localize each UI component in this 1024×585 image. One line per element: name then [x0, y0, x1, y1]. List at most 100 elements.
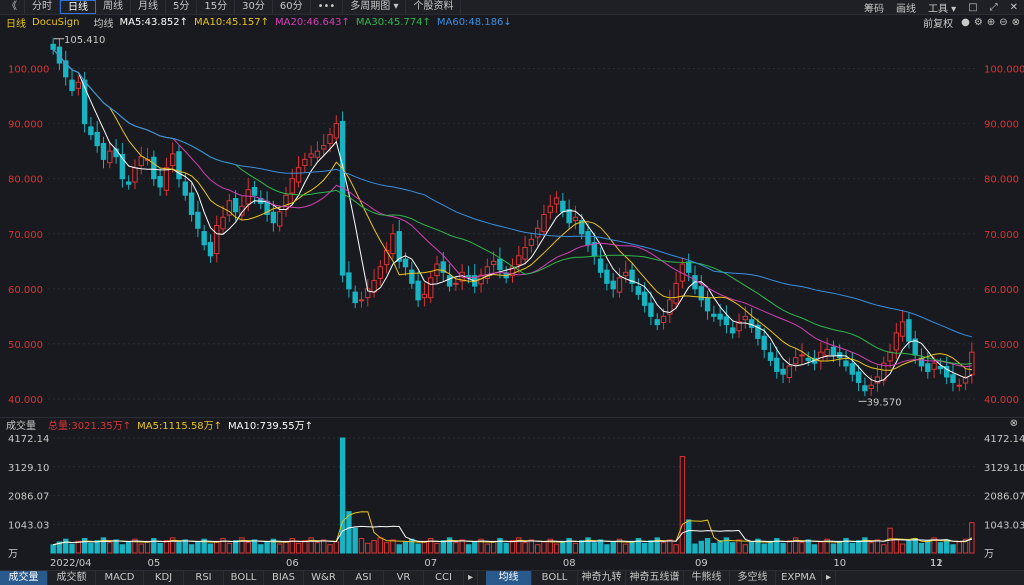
candle-body [283, 194, 289, 211]
overlay-tab-2[interactable]: 神奇九转 [578, 570, 626, 585]
indicator-tab-9[interactable]: VR [384, 570, 424, 585]
candle-body [899, 321, 906, 337]
volume-bar [553, 543, 560, 554]
volume-tick-left: 1043.03 [8, 520, 49, 531]
candle-body [528, 238, 535, 246]
volume-bar [830, 543, 837, 554]
candle-body [100, 142, 107, 160]
indicator-tab-11[interactable]: ▸ [464, 570, 478, 585]
volume-bar [113, 539, 119, 554]
volume-bar [50, 544, 56, 554]
volume-bar [685, 519, 692, 554]
date-label: 07 [424, 558, 437, 569]
high-label: 105.410 [64, 35, 105, 46]
candle-body [931, 362, 937, 370]
candle-body [604, 269, 610, 284]
candle-body [157, 175, 163, 188]
volume-bar [453, 542, 459, 554]
candle-body [327, 134, 333, 144]
volume-bar [371, 540, 377, 554]
volume-bar [761, 543, 767, 554]
volume-bar [811, 544, 818, 554]
volume-bar [534, 544, 541, 554]
price-tick-left: 70.000 [8, 230, 43, 241]
overlay-tab-3[interactable]: 神奇五线谱 [626, 570, 684, 585]
candle-body [786, 365, 793, 379]
volume-bar [711, 542, 717, 554]
candle-body [170, 153, 176, 166]
volume-bar [648, 540, 654, 554]
volume-bar [258, 544, 264, 554]
overlay-tab-7[interactable]: ▸ [822, 570, 836, 585]
candlestick-chart[interactable]: 100.000 100.000 90.000 90.000 80.000 80.000 70… [0, 0, 1024, 585]
candle-body [188, 192, 195, 215]
indicator-tab-7[interactable]: W&R [304, 570, 344, 585]
indicator-tab-1[interactable]: 成交额 [48, 570, 96, 585]
candle-body [547, 205, 553, 213]
volume-bar [421, 540, 428, 554]
overlay-tab-1[interactable]: BOLL [532, 570, 578, 585]
volume-bar [623, 543, 629, 554]
price-tick-right: 60.000 [984, 285, 1019, 296]
volume-bar [579, 540, 585, 554]
indicator-tab-6[interactable]: BIAS [264, 570, 304, 585]
date-label: 12 [930, 558, 943, 569]
indicator-tab-3[interactable]: KDJ [144, 570, 184, 585]
candle-body [704, 297, 711, 312]
indicator-tab-2[interactable]: MACD [96, 570, 144, 585]
candle-body [868, 384, 874, 390]
indicator-tab-0[interactable]: 成交量 [0, 570, 48, 585]
date-label: 2022/04 [50, 558, 92, 569]
overlay-tab-0[interactable]: 均线 [486, 570, 532, 585]
indicator-tab-4[interactable]: RSI [184, 570, 224, 585]
candle-body [761, 335, 767, 350]
candle-body [295, 167, 302, 183]
low-label: 39.570 [867, 397, 902, 408]
volume-bar [63, 538, 69, 554]
candle-body [270, 211, 277, 224]
volume-bar [818, 541, 824, 554]
candle-body [446, 275, 453, 287]
volume-bar [472, 541, 478, 554]
price-tick-left: 60.000 [8, 285, 43, 296]
volume-bar [950, 544, 956, 554]
volume-bar [736, 539, 742, 554]
volume-bar [629, 540, 635, 554]
indicator-tab-5[interactable]: BOLL [224, 570, 264, 585]
candle-body [553, 197, 560, 205]
candle-body [925, 363, 931, 372]
candle-body [333, 123, 340, 139]
volume-bar [673, 544, 679, 554]
volume-tick-right: 1043.03 [984, 520, 1024, 531]
candle-body [201, 231, 207, 246]
volume-bar [383, 542, 390, 554]
volume-bar [69, 543, 75, 554]
candle-body [390, 233, 396, 255]
volume-bar [434, 542, 440, 554]
volume-bar [484, 543, 491, 554]
candle-body [453, 282, 459, 285]
overlay-tab-5[interactable]: 多空线 [730, 570, 776, 585]
volume-bar [321, 539, 327, 554]
overlay-tab-4[interactable]: 牛熊线 [684, 570, 730, 585]
volume-bar [176, 542, 182, 554]
price-tick-right: 80.000 [984, 175, 1019, 186]
volume-bar [232, 540, 239, 554]
volume-bar [509, 540, 516, 554]
volume-bar [541, 541, 547, 554]
volume-bar [956, 541, 962, 554]
candle-body [824, 348, 830, 356]
volume-bar [251, 539, 258, 554]
date-label: 05 [148, 558, 161, 569]
indicator-tab-10[interactable]: CCI [424, 570, 464, 585]
candle-body [232, 198, 239, 213]
volume-bar [597, 539, 604, 554]
volume-bar [157, 542, 163, 554]
volume-bar [730, 542, 736, 554]
candle-body [748, 319, 755, 328]
volume-bar [786, 540, 793, 554]
date-label: 08 [563, 558, 576, 569]
overlay-tab-6[interactable]: EXPMA [776, 570, 822, 585]
volume-bar [396, 544, 402, 554]
indicator-tab-8[interactable]: ASI [344, 570, 384, 585]
